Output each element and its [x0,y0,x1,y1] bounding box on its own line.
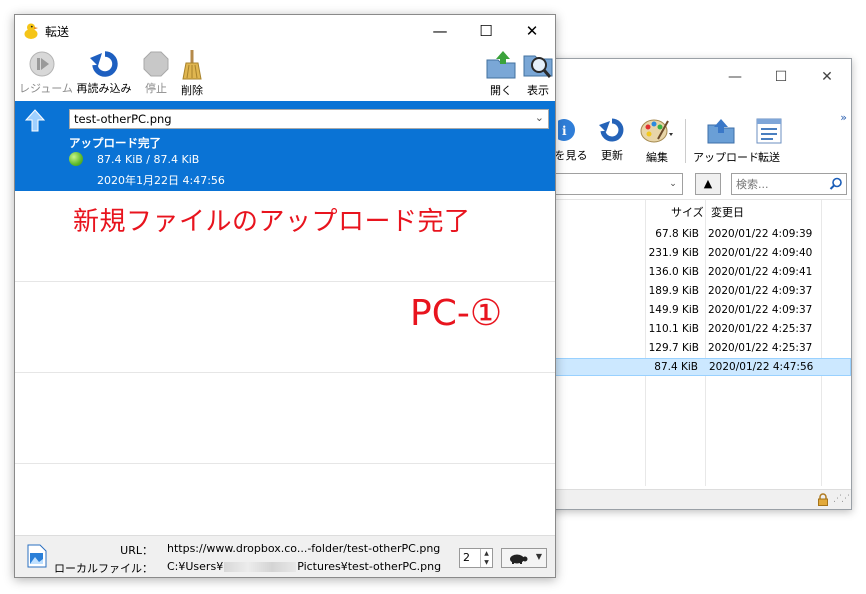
broom-icon [182,50,202,80]
info-icon: i [558,119,575,141]
file-row[interactable]: 189.9 KiB 2020/01/22 4:09:37 [549,283,851,301]
duck-app-icon [24,23,38,39]
palette-icon [640,119,673,143]
file-row[interactable]: 129.7 KiB 2020/01/22 4:25:37 [549,340,851,358]
chevron-down-icon: ⌄ [669,179,677,189]
transfer-item-selected[interactable]: test-otherPC.png ⌄ アップロード完了 87.4 KiB / 8… [15,101,555,191]
folder-search-icon [523,55,553,78]
transfer-button[interactable]: 転送 [753,117,785,165]
transfer-datetime: 2020年1月22日 4:47:56 [97,174,225,187]
file-browser-statusbar: ⋰⋰ [549,489,851,509]
spinner-arrows[interactable]: ▲ ▼ [480,549,492,567]
transfer-status: アップロード完了 [69,136,161,150]
chevron-down-icon: ▼ [535,552,542,561]
transfer-list [15,191,555,535]
transfer-toolbar: レジューム 再読み込み 停止 削除 開く 表示 [15,46,555,100]
local-file-value[interactable]: C:¥Users¥ Pictures¥test-otherPC.png [167,560,441,573]
reload-button[interactable]: 再読み込み [73,50,135,96]
transfer-titlebar: 転送 — ☐ ✕ [15,15,555,46]
file-list: サイズ 変更日 67.8 KiB 2020/01/22 4:09:39 231.… [549,199,851,489]
file-row[interactable]: 231.9 KiB 2020/01/22 4:09:40 [549,245,851,263]
refresh-button[interactable]: 更新 [595,117,629,163]
close-button[interactable]: ✕ [509,15,555,46]
list-item[interactable] [15,373,555,464]
turtle-icon [510,554,528,564]
window-title: 転送 [45,25,70,39]
transfer-details-bar: URL： https://www.dropbox.co...-folder/te… [15,535,555,577]
file-row-selected[interactable]: 87.4 KiB 2020/01/22 4:47:56 [549,358,851,376]
image-file-icon [27,544,47,568]
column-header-modified[interactable]: 変更日 [711,204,744,220]
transfer-size: 87.4 KiB / 87.4 KiB [97,153,200,166]
folder-upload-icon [707,119,735,144]
file-browser-titlebar: — ☐ ✕ [549,59,851,95]
resize-grip[interactable]: ⋰⋰ [833,494,850,504]
open-button[interactable]: 開く [483,50,519,98]
minimize-button[interactable]: — [417,15,463,46]
file-row[interactable]: 67.8 KiB 2020/01/22 4:09:39 [549,226,851,244]
upload-button[interactable]: アップロード [693,117,759,165]
column-header-size[interactable]: サイズ [671,204,704,220]
toolbar-separator [685,119,686,163]
view-button[interactable]: i を見る [551,117,591,163]
file-browser-minimize-button[interactable]: — [725,67,745,87]
path-combo[interactable]: ⌄ [555,173,683,195]
display-button[interactable]: 表示 [521,50,555,98]
redacted-username [224,562,297,572]
svg-text:i: i [562,124,567,138]
upload-arrow-icon [25,109,45,132]
file-select-value: test-otherPC.png [74,112,172,126]
delete-button[interactable]: 削除 [177,50,207,98]
chevron-down-icon: ⌄ [534,111,544,124]
transfer-window: 転送 — ☐ ✕ レジューム 再読み込み 停止 削除 開く 表示 test-ot… [14,14,556,578]
search-box [731,173,847,195]
local-file-label: ローカルファイル： [54,562,153,575]
resume-icon [29,51,55,77]
resume-button[interactable]: レジューム [19,50,73,96]
file-browser-pathbar: ⌄ ▲ [549,171,851,197]
reload-icon [90,51,118,77]
connection-count-spinner[interactable]: 2 ▲ ▼ [459,548,493,568]
status-complete-icon [69,152,83,166]
stop-icon [143,51,169,77]
speed-limit-dropdown[interactable]: ▼ [501,548,547,568]
search-icon[interactable] [829,177,843,191]
file-row[interactable]: 149.9 KiB 2020/01/22 4:09:37 [549,302,851,320]
file-select[interactable]: test-otherPC.png ⌄ [69,109,549,129]
annotation-upload-complete: 新規ファイルのアップロード完了 [73,207,471,237]
url-label: URL： [120,544,153,557]
lock-icon [818,493,828,506]
refresh-icon [599,118,624,142]
transfer-list-icon [756,118,782,144]
url-value[interactable]: https://www.dropbox.co...-folder/test-ot… [167,542,440,555]
file-browser-window: — ☐ ✕ » i を見る 更新 編集 アップロード 転送 ⌄ ▲ 検索... … [548,58,852,510]
edit-button[interactable]: 編集 [637,117,677,165]
file-row[interactable]: 110.1 KiB 2020/01/22 4:25:37 [549,321,851,339]
parent-folder-button[interactable]: ▲ [695,173,721,195]
file-browser-close-button[interactable]: ✕ [817,67,837,87]
file-browser-toolbar: i を見る 更新 編集 アップロード 転送 [549,109,851,169]
stop-button[interactable]: 停止 [141,50,171,96]
annotation-pc-label: PC-① [410,293,503,334]
search-input[interactable] [732,174,826,194]
file-browser-maximize-button[interactable]: ☐ [771,67,791,87]
file-row[interactable]: 136.0 KiB 2020/01/22 4:09:41 [549,264,851,282]
maximize-button[interactable]: ☐ [463,15,509,46]
folder-open-icon [486,51,516,79]
